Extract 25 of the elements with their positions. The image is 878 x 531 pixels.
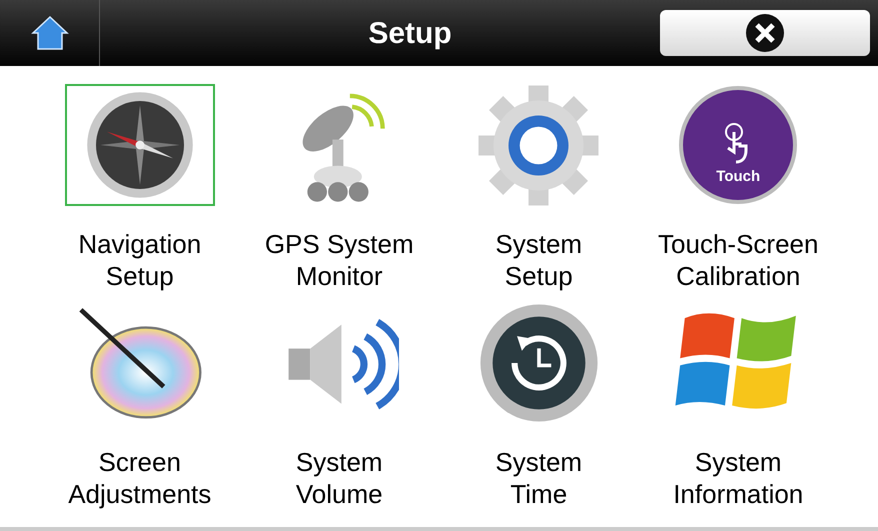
item-label: System Setup bbox=[495, 228, 582, 292]
setup-item[interactable]: System Volume bbox=[240, 302, 439, 519]
gear-icon bbox=[476, 82, 602, 208]
item-label: System Volume bbox=[296, 446, 383, 510]
setup-item[interactable]: Screen Adjustments bbox=[40, 302, 240, 519]
clock-icon bbox=[478, 302, 600, 424]
item-label: Touch-Screen Calibration bbox=[658, 228, 818, 292]
item-label: Screen Adjustments bbox=[68, 446, 212, 510]
touch-label: Touch bbox=[716, 166, 760, 186]
home-icon bbox=[30, 15, 68, 51]
close-button[interactable] bbox=[660, 10, 870, 56]
setup-item[interactable]: System Setup bbox=[439, 84, 638, 302]
item-label: System Time bbox=[495, 446, 582, 510]
screen-title: Setup bbox=[367, 16, 453, 52]
close-icon bbox=[745, 13, 785, 53]
item-label: System Information bbox=[673, 446, 804, 510]
item-label: GPS System Monitor bbox=[264, 228, 414, 292]
setup-item[interactable]: System Time bbox=[439, 302, 638, 519]
home-button[interactable] bbox=[30, 13, 70, 53]
compass-icon bbox=[84, 90, 195, 200]
setup-item[interactable]: Touch Touch-Screen Calibration bbox=[638, 84, 838, 302]
item-label: Navigation Setup bbox=[78, 228, 202, 292]
setup-item[interactable]: Navigation Setup bbox=[40, 84, 240, 302]
setup-item[interactable]: GPS System Monitor bbox=[240, 84, 439, 302]
setup-item[interactable]: System Information bbox=[638, 302, 838, 519]
